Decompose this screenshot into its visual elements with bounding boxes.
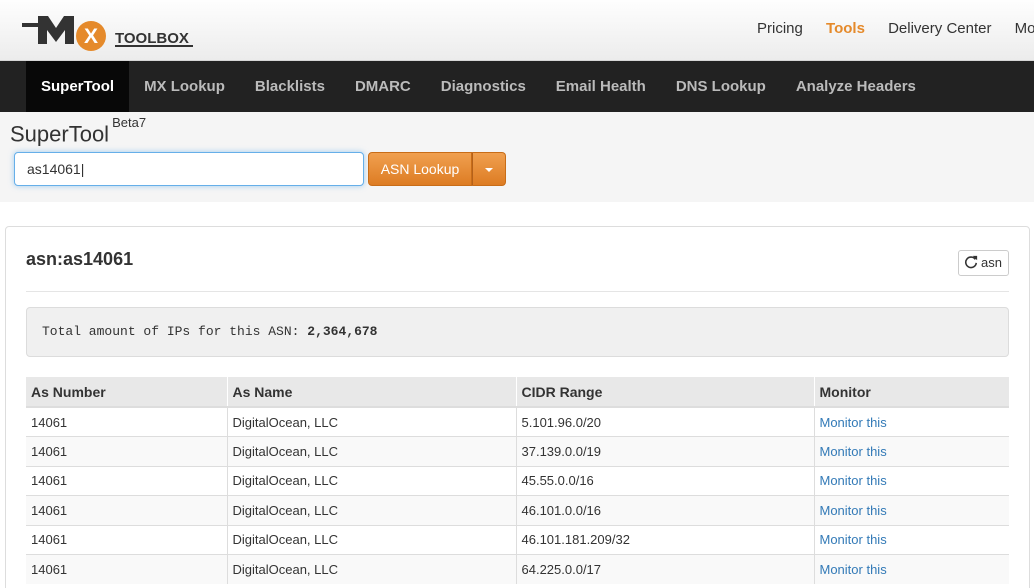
table-row: 14061 DigitalOcean, LLC 5.101.96.0/20 Mo…: [26, 406, 1009, 437]
search-input[interactable]: as14061|: [14, 152, 364, 186]
monitor-this-link[interactable]: Monitor this: [820, 444, 887, 459]
nav-item-dmarc[interactable]: DMARC: [340, 61, 426, 112]
page-title: SuperTool Beta7: [10, 115, 146, 147]
header-link-delivery-center[interactable]: Delivery Center: [888, 20, 991, 37]
cell-as-name: DigitalOcean, LLC: [227, 436, 517, 466]
result-title: asn:as14061: [26, 249, 134, 269]
column-header-as-name[interactable]: As Name: [227, 377, 517, 408]
nav-item-dns-lookup[interactable]: DNS Lookup: [661, 61, 781, 112]
monitor-this-link[interactable]: Monitor this: [820, 532, 887, 547]
cell-as-number: 14061: [26, 406, 228, 437]
cell-cidr-range: 46.101.181.209/32: [516, 524, 815, 555]
summary-label: Total amount of IPs for this ASN:: [42, 324, 300, 339]
asn-lookup-button[interactable]: ASN Lookup: [368, 152, 472, 186]
beta-badge: Beta7: [112, 115, 147, 130]
table-header-row: As Number As Name CIDR Range Monitor: [26, 377, 1009, 408]
header-link-tools[interactable]: Tools: [826, 20, 865, 37]
refresh-asn-label: asn: [981, 255, 1002, 270]
table-row: 14061 DigitalOcean, LLC 64.225.0.0/17 Mo…: [26, 554, 1009, 584]
cell-as-name: DigitalOcean, LLC: [227, 406, 517, 437]
svg-text:X: X: [84, 25, 98, 48]
nav-item-email-health[interactable]: Email Health: [541, 61, 661, 112]
header-links: Pricing Tools Delivery Center Monit: [757, 20, 1034, 37]
cell-cidr-range: 37.139.0.0/19: [516, 436, 815, 466]
summary-value: 2,364,678: [307, 324, 378, 339]
cell-monitor: Monitor this: [814, 436, 1009, 466]
cell-monitor: Monitor this: [814, 554, 1009, 584]
nav-item-diagnostics[interactable]: Diagnostics: [426, 61, 541, 112]
cell-as-name: DigitalOcean, LLC: [227, 554, 517, 584]
monitor-this-link[interactable]: Monitor this: [820, 503, 887, 518]
cell-as-name: DigitalOcean, LLC: [227, 495, 517, 525]
caret-down-icon: [485, 168, 493, 172]
refresh-asn-button[interactable]: asn: [958, 250, 1009, 276]
cell-cidr-range: 5.101.96.0/20: [516, 406, 815, 437]
nav-item-supertool[interactable]: SuperTool: [26, 61, 130, 112]
table-row: 14061 DigitalOcean, LLC 46.101.0.0/16 Mo…: [26, 495, 1009, 525]
mxtoolbox-logo[interactable]: X TOOLBOX: [22, 12, 198, 52]
table-row: 14061 DigitalOcean, LLC 37.139.0.0/19 Mo…: [26, 436, 1009, 466]
column-header-cidr-range[interactable]: CIDR Range: [516, 377, 815, 408]
cell-cidr-range: 64.225.0.0/17: [516, 554, 815, 584]
divider: [26, 291, 1009, 292]
cell-monitor: Monitor this: [814, 406, 1009, 437]
column-header-as-number[interactable]: As Number: [26, 377, 228, 408]
cell-as-name: DigitalOcean, LLC: [227, 465, 517, 496]
header-link-pricing[interactable]: Pricing: [757, 20, 803, 37]
cell-cidr-range: 46.101.0.0/16: [516, 495, 815, 525]
monitor-this-link[interactable]: Monitor this: [820, 415, 887, 430]
cell-as-number: 14061: [26, 436, 228, 466]
top-header: X TOOLBOX Pricing Tools Delivery Center …: [0, 0, 1034, 61]
nav-item-analyze-headers[interactable]: Analyze Headers: [781, 61, 931, 112]
cell-as-number: 14061: [26, 465, 228, 496]
cell-monitor: Monitor this: [814, 465, 1009, 496]
cell-as-number: 14061: [26, 495, 228, 525]
cell-monitor: Monitor this: [814, 495, 1009, 525]
header-link-monitoring[interactable]: Monit: [1015, 20, 1034, 37]
main-nav: SuperTool MX Lookup Blacklists DMARC Dia…: [0, 61, 1034, 112]
table-row: 14061 DigitalOcean, LLC 46.101.181.209/3…: [26, 524, 1009, 555]
page-title-text: SuperTool: [10, 121, 110, 147]
lookup-options-dropdown[interactable]: [472, 152, 506, 186]
ip-total-summary: Total amount of IPs for this ASN: 2,364,…: [26, 307, 1009, 357]
nav-item-blacklists[interactable]: Blacklists: [240, 61, 340, 112]
svg-text:TOOLBOX: TOOLBOX: [115, 30, 189, 47]
cell-as-name: DigitalOcean, LLC: [227, 524, 517, 555]
nav-item-mx-lookup[interactable]: MX Lookup: [129, 61, 240, 112]
cell-as-number: 14061: [26, 554, 228, 584]
refresh-icon: [965, 255, 978, 269]
search-input-value: as14061: [27, 161, 81, 177]
column-header-monitor[interactable]: Monitor: [814, 377, 1009, 408]
monitor-this-link[interactable]: Monitor this: [820, 473, 887, 488]
cell-cidr-range: 45.55.0.0/16: [516, 465, 815, 496]
monitor-this-link[interactable]: Monitor this: [820, 562, 887, 577]
table-row: 14061 DigitalOcean, LLC 45.55.0.0/16 Mon…: [26, 465, 1009, 496]
cell-as-number: 14061: [26, 524, 228, 555]
asn-results-table: As Number As Name CIDR Range Monitor 140…: [26, 377, 1009, 584]
cell-monitor: Monitor this: [814, 524, 1009, 555]
